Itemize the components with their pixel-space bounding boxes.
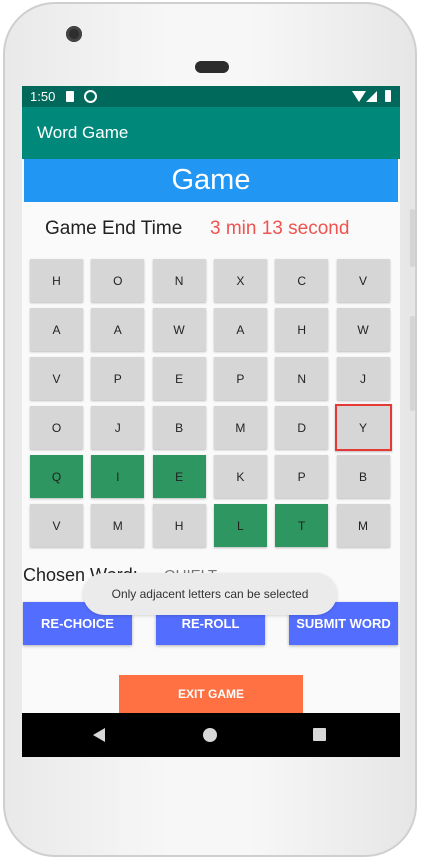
letter-cell[interactable]: V — [336, 259, 390, 302]
letter-cell[interactable]: M — [213, 406, 267, 449]
letter-cell[interactable]: D — [275, 406, 329, 449]
letter-cell[interactable]: H — [30, 259, 83, 302]
recents-icon[interactable] — [313, 728, 326, 741]
letter-cell[interactable]: B — [152, 406, 206, 449]
letter-cell[interactable]: J — [336, 357, 390, 400]
speaker-grille — [195, 61, 229, 73]
letter-cell[interactable]: M — [336, 504, 390, 547]
letter-cell[interactable]: C — [275, 259, 329, 302]
letter-cell[interactable]: W — [152, 308, 206, 351]
letter-cell[interactable]: N — [275, 357, 329, 400]
letter-cell[interactable]: P — [91, 357, 145, 400]
game-header: Game — [24, 159, 398, 202]
letter-grid: HONXCVAAWAHWVPEPNJOJBMDYQIEKPBVMHLTM — [30, 259, 396, 549]
sync-icon — [84, 90, 97, 103]
back-icon[interactable] — [93, 728, 105, 742]
letter-cell[interactable]: J — [91, 406, 145, 449]
navigation-bar — [22, 713, 400, 757]
letter-cell[interactable]: V — [30, 504, 83, 547]
letter-cell[interactable]: L — [213, 504, 267, 547]
letter-cell[interactable]: X — [213, 259, 267, 302]
sd-card-icon — [66, 91, 74, 102]
letter-cell[interactable]: A — [91, 308, 145, 351]
front-camera — [66, 26, 82, 42]
app-bar: Word Game — [22, 107, 400, 159]
exit-game-button[interactable]: EXIT GAME — [119, 675, 303, 713]
battery-icon — [385, 90, 391, 102]
letter-cell[interactable]: O — [91, 259, 145, 302]
letter-cell[interactable]: W — [336, 308, 390, 351]
letter-cell[interactable]: P — [213, 357, 267, 400]
status-time: 1:50 — [30, 89, 56, 104]
status-bar: 1:50 — [22, 86, 400, 107]
letter-cell[interactable]: A — [30, 308, 83, 351]
home-icon[interactable] — [203, 728, 217, 742]
game-content: Game Game End Time 3 min 13 second HONXC… — [22, 159, 400, 713]
volume-button — [410, 316, 415, 411]
letter-cell[interactable]: I — [91, 455, 145, 498]
end-time-label: Game End Time — [45, 218, 183, 239]
letter-cell[interactable]: B — [336, 455, 390, 498]
letter-cell[interactable]: Y — [334, 404, 392, 451]
cell-signal-icon — [366, 91, 377, 102]
letter-cell[interactable]: Q — [30, 455, 83, 498]
letter-cell[interactable]: H — [152, 504, 206, 547]
letter-cell[interactable]: M — [91, 504, 145, 547]
power-button — [410, 209, 415, 267]
device-screen: 1:50 Word Game Game Game End Time 3 min … — [22, 86, 400, 757]
letter-cell[interactable]: E — [152, 455, 206, 498]
app-title: Word Game — [37, 123, 129, 142]
letter-cell[interactable]: O — [30, 406, 83, 449]
letter-cell[interactable]: T — [275, 504, 329, 547]
letter-cell[interactable]: V — [30, 357, 83, 400]
letter-cell[interactable]: E — [152, 357, 206, 400]
letter-cell[interactable]: N — [152, 259, 206, 302]
wifi-icon — [352, 91, 366, 102]
letter-cell[interactable]: A — [213, 308, 267, 351]
toast-message: Only adjacent letters can be selected — [83, 573, 337, 615]
end-time-value: 3 min 13 second — [210, 218, 350, 239]
letter-cell[interactable]: P — [275, 455, 329, 498]
letter-cell[interactable]: K — [213, 455, 267, 498]
letter-cell[interactable]: H — [275, 308, 329, 351]
